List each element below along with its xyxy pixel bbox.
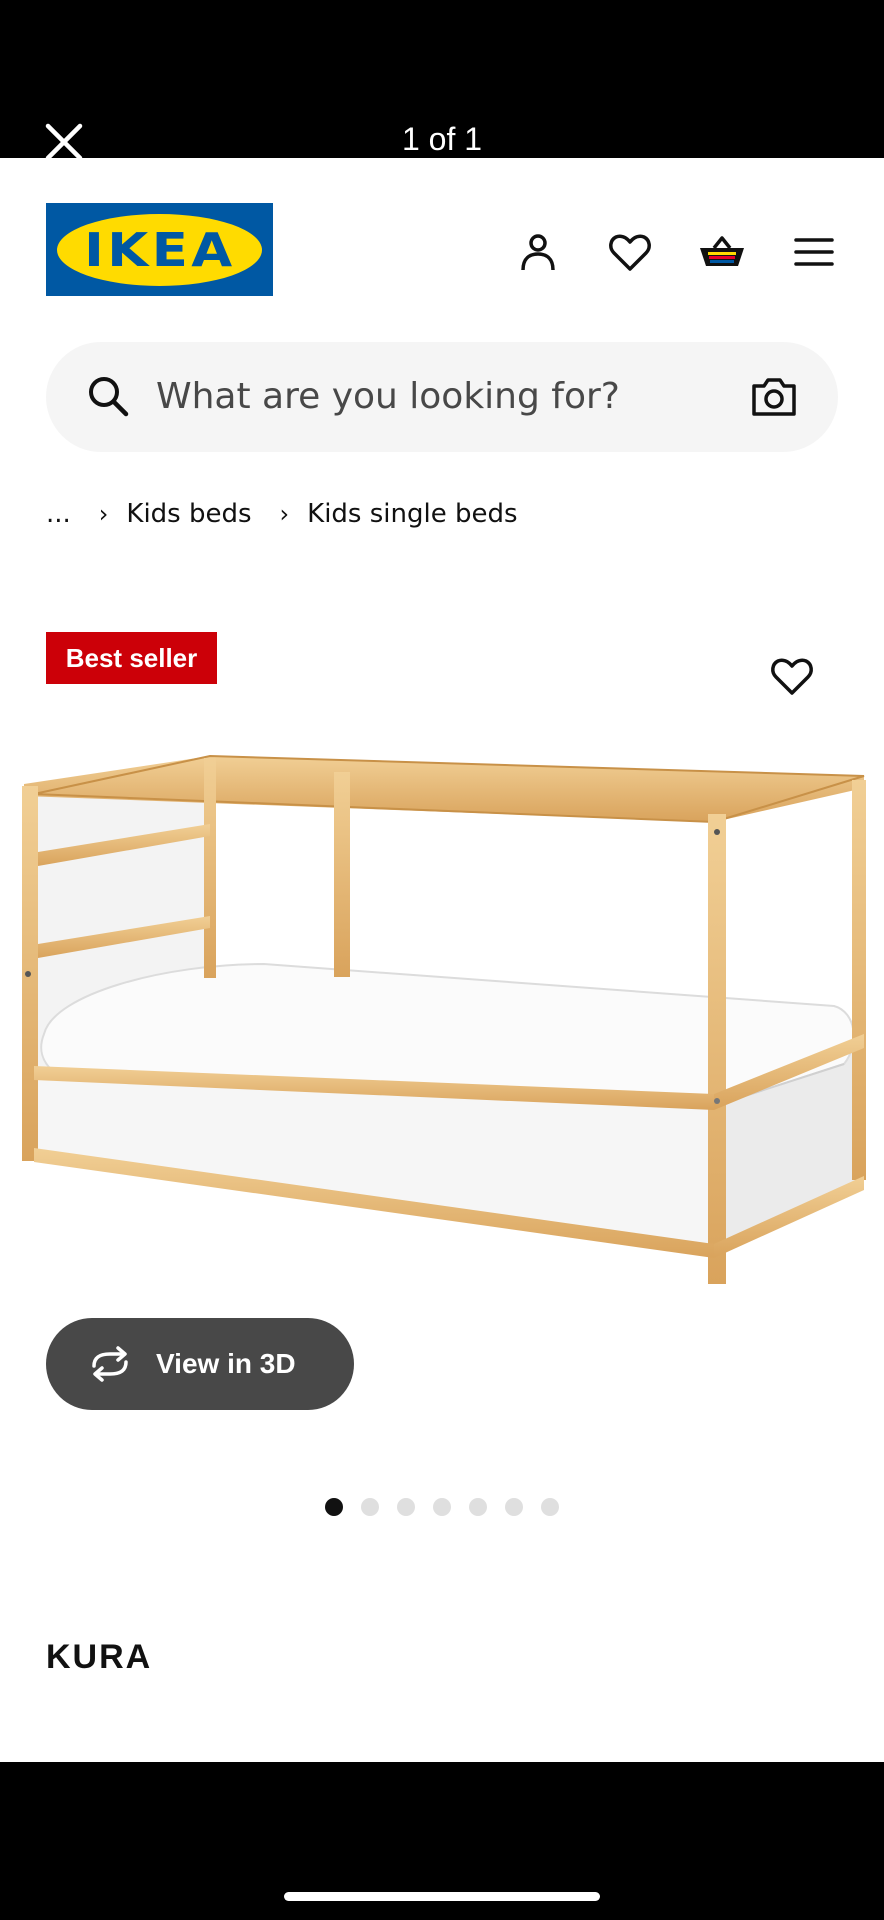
search-icon	[89, 377, 129, 417]
heart-icon[interactable]	[768, 653, 816, 697]
viewer-top-bar: 1 of 1	[0, 0, 884, 161]
image-carousel-dots	[0, 1498, 884, 1516]
rotate-3d-icon	[92, 1346, 128, 1382]
chevron-right-icon: ›	[98, 500, 109, 528]
carousel-dot-3[interactable]	[397, 1498, 415, 1516]
search-input[interactable]	[156, 342, 716, 452]
ikea-product-page: IKEA ... › Kids beds › Kids s	[0, 158, 884, 1762]
product-name: KURA	[46, 1638, 153, 1676]
image-counter: 1 of 1	[401, 121, 483, 157]
heart-icon[interactable]	[606, 228, 654, 276]
gesture-home-indicator[interactable]	[284, 1892, 600, 1901]
best-seller-badge: Best seller	[46, 632, 217, 684]
carousel-dot-2[interactable]	[361, 1498, 379, 1516]
hamburger-menu-icon[interactable]	[790, 228, 838, 276]
search-bar[interactable]	[46, 342, 838, 452]
view-in-3d-label: View in 3D	[156, 1348, 296, 1379]
ikea-logo[interactable]: IKEA	[46, 203, 273, 296]
breadcrumb-item-more[interactable]: ...	[46, 499, 71, 529]
camera-icon[interactable]	[750, 376, 798, 418]
person-icon[interactable]	[514, 228, 562, 276]
view-in-3d-button[interactable]: View in 3D	[46, 1318, 354, 1410]
breadcrumb-item-kids-single-beds[interactable]: Kids single beds	[307, 499, 517, 529]
chevron-right-icon: ›	[279, 500, 290, 528]
breadcrumb-item-kids-beds[interactable]: Kids beds	[126, 499, 251, 529]
carousel-dot-6[interactable]	[505, 1498, 523, 1516]
carousel-dot-5[interactable]	[469, 1498, 487, 1516]
basket-icon[interactable]	[698, 228, 746, 276]
carousel-dot-7[interactable]	[541, 1498, 559, 1516]
carousel-dot-4[interactable]	[433, 1498, 451, 1516]
breadcrumb: ... › Kids beds › Kids single beds	[46, 490, 518, 538]
carousel-dot-1[interactable]	[325, 1498, 343, 1516]
logo-text: IKEA	[83, 222, 236, 277]
logo-oval: IKEA	[57, 213, 262, 286]
